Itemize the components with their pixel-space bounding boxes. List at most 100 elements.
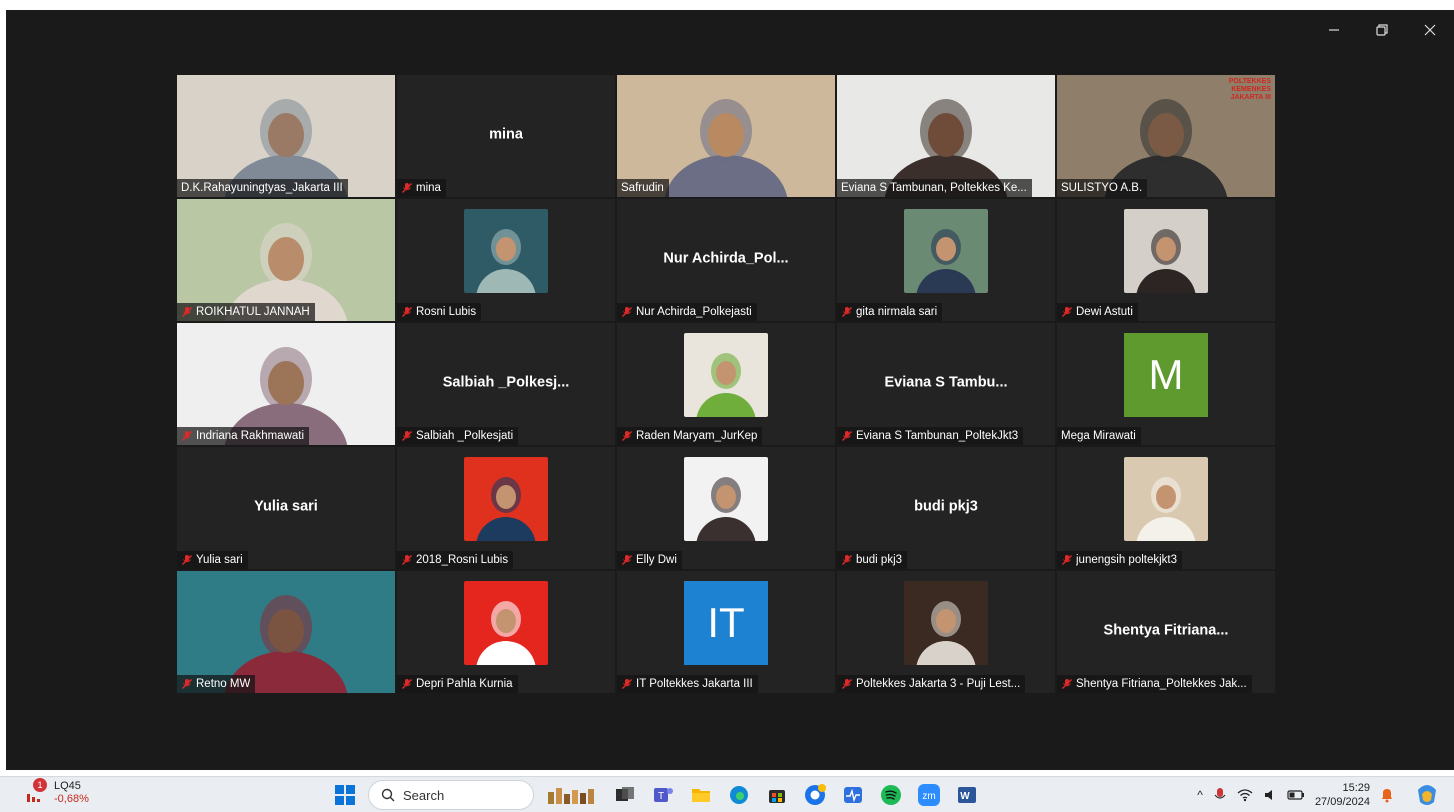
participant-tile[interactable]: Retno MW (177, 571, 395, 693)
mic-muted-icon (1062, 555, 1072, 565)
participant-tile[interactable]: Dewi Astuti (1057, 199, 1275, 321)
participant-display-name: Yulia sari (254, 498, 318, 515)
overlay-line: KEMENKES (1231, 86, 1271, 93)
participant-tile[interactable]: Salbiah _Polkesj... Salbiah _Polkesjati (397, 323, 615, 445)
participant-display-name: budi pkj3 (914, 498, 978, 515)
stock-widget[interactable]: 1 LQ45 -0,68% (24, 778, 89, 806)
participant-tile[interactable]: Nur Achirda_Pol... Nur Achirda_Polkejasti (617, 199, 835, 321)
participant-name: SULISTYO A.B. (1061, 182, 1143, 194)
start-button[interactable] (330, 780, 360, 810)
participant-name-label: Rosni Lubis (397, 303, 482, 321)
clock[interactable]: 15:29 27/09/2024 (1315, 781, 1370, 809)
mic-muted-icon (402, 307, 412, 317)
participant-name-label: 2018_Rosni Lubis (397, 551, 514, 569)
participant-name: Dewi Astuti (1076, 306, 1133, 318)
participant-tile[interactable]: Depri Pahla Kurnia (397, 571, 615, 693)
teams-icon[interactable]: T (648, 780, 678, 810)
participant-name: Rosni Lubis (416, 306, 477, 318)
minimize-icon (1329, 29, 1339, 31)
participant-tile[interactable]: budi pkj3 budi pkj3 (837, 447, 1055, 569)
participant-name: Salbiah _Polkesjati (416, 430, 514, 442)
participant-tile[interactable]: Yulia sari Yulia sari (177, 447, 395, 569)
participant-name-label: Yulia sari (177, 551, 248, 569)
health-app-icon[interactable] (838, 780, 868, 810)
minimize-button[interactable] (1310, 10, 1358, 50)
spotify-icon[interactable] (876, 780, 906, 810)
mic-muted-icon (1062, 307, 1072, 317)
search-icon (381, 788, 395, 802)
microphone-icon[interactable] (1213, 787, 1227, 803)
battery-icon[interactable] (1287, 789, 1305, 801)
participant-name-label: SULISTYO A.B. (1057, 179, 1148, 197)
participant-tile[interactable]: D.K.Rahayuningtyas_Jakarta III (177, 75, 395, 197)
participant-tile[interactable]: Rosni Lubis (397, 199, 615, 321)
city-widget-icon[interactable] (542, 780, 602, 810)
volume-icon[interactable] (1263, 788, 1277, 802)
participant-name-label: budi pkj3 (837, 551, 908, 569)
participant-tile[interactable]: mina mina (397, 75, 615, 197)
taskbar-search[interactable]: Search (368, 780, 534, 810)
restore-icon (1376, 24, 1388, 36)
participant-name: gita nirmala sari (856, 306, 938, 318)
stock-name: LQ45 (54, 780, 81, 792)
search-label: Search (403, 787, 445, 803)
file-explorer-icon[interactable] (686, 780, 716, 810)
mic-muted-icon (182, 307, 192, 317)
zoom-app-icon[interactable]: zm (914, 780, 944, 810)
participant-name: Indriana Rakhmawati (196, 430, 305, 442)
task-view-icon[interactable] (610, 780, 640, 810)
windows-icon (335, 785, 355, 805)
restore-button[interactable] (1358, 10, 1406, 50)
participant-name-label: gita nirmala sari (837, 303, 943, 321)
avatar: IT (684, 581, 768, 665)
participant-tile[interactable]: IT IT Poltekkes Jakarta III (617, 571, 835, 693)
participant-name: mina (416, 182, 441, 194)
participant-tile[interactable]: ROIKHATUL JANNAH (177, 199, 395, 321)
participant-name-label: Safrudin (617, 179, 669, 197)
participant-name: Yulia sari (196, 554, 243, 566)
chrome-icon[interactable] (800, 780, 830, 810)
taskbar: 1 LQ45 -0,68% Search T zm W ^ 15:29 27/0… (0, 776, 1454, 812)
participant-gallery: D.K.Rahayuningtyas_Jakarta III mina mina Sa… (177, 75, 1277, 695)
word-icon[interactable]: W (952, 780, 982, 810)
participant-tile[interactable]: Poltekkes Jakarta 3 - Puji Lest... (837, 571, 1055, 693)
participant-tile[interactable]: Indriana Rakhmawati (177, 323, 395, 445)
participant-tile[interactable]: Eviana S Tambunan, Poltekkes Ke... (837, 75, 1055, 197)
chevron-up-icon[interactable]: ^ (1197, 788, 1203, 802)
participant-name-label: D.K.Rahayuningtyas_Jakarta III (177, 179, 348, 197)
mic-muted-icon (402, 183, 412, 193)
participant-tile[interactable]: gita nirmala sari (837, 199, 1055, 321)
participant-name-label: Eviana S Tambunan, Poltekkes Ke... (837, 179, 1032, 197)
participant-tile[interactable]: Elly Dwi (617, 447, 835, 569)
notification-bell-icon[interactable] (1380, 787, 1394, 803)
participant-name: Nur Achirda_Polkejasti (636, 306, 752, 318)
participant-name: Retno MW (196, 678, 251, 690)
participant-name-label: Elly Dwi (617, 551, 682, 569)
edge-icon[interactable] (724, 780, 754, 810)
profile-photo (464, 581, 548, 665)
svg-text:zm: zm (922, 791, 935, 802)
participant-tile[interactable]: POLTEKKES KEMENKES JAKARTA III SULISTYO A.B… (1057, 75, 1275, 197)
participant-name: Depri Pahla Kurnia (416, 678, 513, 690)
participant-tile[interactable]: junengsih poltekjkt3 (1057, 447, 1275, 569)
participant-tile[interactable]: Safrudin (617, 75, 835, 197)
participant-name-label: Depri Pahla Kurnia (397, 675, 518, 693)
participant-tile[interactable]: M Mega Mirawati (1057, 323, 1275, 445)
close-button[interactable] (1406, 10, 1454, 50)
participant-name-label: Mega Mirawati (1057, 427, 1141, 445)
overlay-line: JAKARTA III (1230, 94, 1271, 101)
participant-name: junengsih poltekjkt3 (1076, 554, 1178, 566)
participant-tile[interactable]: Shentya Fitriana... Shentya Fitriana_Polt… (1057, 571, 1275, 693)
participant-tile[interactable]: 2018_Rosni Lubis (397, 447, 615, 569)
participant-name-label: Salbiah _Polkesjati (397, 427, 519, 445)
store-icon[interactable] (762, 780, 792, 810)
participant-name: budi pkj3 (856, 554, 903, 566)
participant-tile[interactable]: Eviana S Tambu... Eviana S Tambunan_Polte… (837, 323, 1055, 445)
participant-name: D.K.Rahayuningtyas_Jakarta III (181, 182, 343, 194)
mic-muted-icon (622, 679, 632, 689)
profile-photo (904, 209, 988, 293)
copilot-icon[interactable] (1414, 782, 1440, 808)
wifi-icon[interactable] (1237, 788, 1253, 802)
participant-tile[interactable]: Raden Maryam_JurKep (617, 323, 835, 445)
participant-display-name: Eviana S Tambu... (884, 374, 1008, 391)
